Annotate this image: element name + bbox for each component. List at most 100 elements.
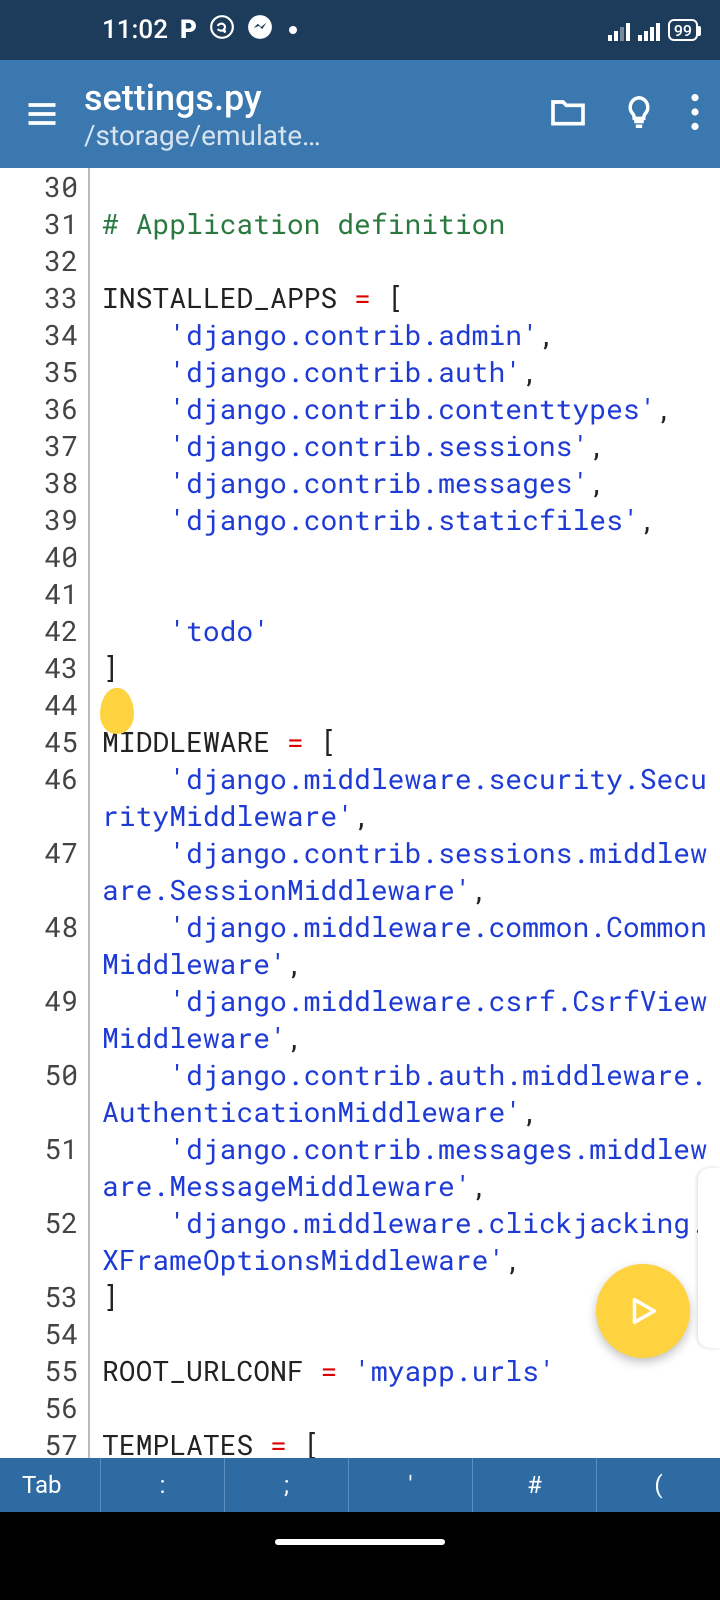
line-number: 41 bbox=[0, 575, 90, 612]
code-line[interactable]: 39 'django.contrib.staticfiles', bbox=[0, 501, 720, 538]
line-number: 56 bbox=[0, 1389, 90, 1426]
code-line[interactable]: 38 'django.contrib.messages', bbox=[0, 464, 720, 501]
code-line[interactable]: 33INSTALLED_APPS = [ bbox=[0, 279, 720, 316]
line-number: 47 bbox=[0, 834, 90, 908]
code-line[interactable]: 30 bbox=[0, 168, 720, 205]
whatsapp-icon bbox=[209, 14, 235, 47]
messenger-icon bbox=[247, 14, 273, 47]
symbol-key-row: Tab : ; ' # ( bbox=[0, 1458, 720, 1512]
app-bar: settings.py /storage/emulate… bbox=[0, 60, 720, 168]
code-content[interactable]: 'django.contrib.auth', bbox=[90, 353, 720, 390]
code-content[interactable] bbox=[90, 686, 720, 723]
line-number: 55 bbox=[0, 1352, 90, 1389]
line-number: 40 bbox=[0, 538, 90, 575]
code-line[interactable]: 56 bbox=[0, 1389, 720, 1426]
pandora-icon: P bbox=[180, 15, 197, 45]
code-line[interactable]: 55ROOT_URLCONF = 'myapp.urls' bbox=[0, 1352, 720, 1389]
code-content[interactable] bbox=[90, 1389, 720, 1426]
run-button[interactable] bbox=[596, 1264, 690, 1358]
home-pill-icon[interactable] bbox=[275, 1539, 445, 1545]
code-content[interactable]: 'django.contrib.auth.middleware.Authenti… bbox=[90, 1056, 720, 1130]
code-line[interactable]: 31# Application definition bbox=[0, 205, 720, 242]
line-number: 45 bbox=[0, 723, 90, 760]
code-line[interactable]: 48 'django.middleware.common.CommonMiddl… bbox=[0, 908, 720, 982]
code-content[interactable] bbox=[90, 538, 720, 575]
line-number: 37 bbox=[0, 427, 90, 464]
line-number: 57 bbox=[0, 1426, 90, 1458]
code-content[interactable]: INSTALLED_APPS = [ bbox=[90, 279, 720, 316]
line-number: 33 bbox=[0, 279, 90, 316]
code-line[interactable]: 46 'django.middleware.security.SecurityM… bbox=[0, 760, 720, 834]
code-content[interactable]: # Application definition bbox=[90, 205, 720, 242]
quote-key[interactable]: ' bbox=[348, 1458, 472, 1512]
status-bar: 11:02 P 99 bbox=[0, 0, 720, 60]
menu-button[interactable] bbox=[10, 96, 74, 132]
code-line[interactable]: 49 'django.middleware.csrf.CsrfViewMiddl… bbox=[0, 982, 720, 1056]
battery-icon: 99 bbox=[668, 19, 698, 41]
line-number: 48 bbox=[0, 908, 90, 982]
code-line[interactable]: 57TEMPLATES = [ bbox=[0, 1426, 720, 1458]
code-content[interactable]: TEMPLATES = [ bbox=[90, 1426, 720, 1458]
code-content[interactable]: 'django.middleware.security.SecurityMidd… bbox=[90, 760, 720, 834]
code-content[interactable] bbox=[90, 242, 720, 279]
code-line[interactable]: 50 'django.contrib.auth.middleware.Authe… bbox=[0, 1056, 720, 1130]
code-content[interactable]: 'django.middleware.common.CommonMiddlewa… bbox=[90, 908, 720, 982]
line-number: 42 bbox=[0, 612, 90, 649]
paren-key[interactable]: ( bbox=[596, 1458, 720, 1512]
code-line[interactable]: 51 'django.contrib.messages.middleware.M… bbox=[0, 1130, 720, 1204]
line-number: 35 bbox=[0, 353, 90, 390]
code-content[interactable]: 'django.contrib.sessions', bbox=[90, 427, 720, 464]
code-line[interactable]: 41 bbox=[0, 575, 720, 612]
code-content[interactable]: 'django.contrib.staticfiles', bbox=[90, 501, 720, 538]
folder-button[interactable] bbox=[548, 92, 588, 136]
line-number: 38 bbox=[0, 464, 90, 501]
line-number: 31 bbox=[0, 205, 90, 242]
code-line[interactable]: 47 'django.contrib.sessions.middleware.S… bbox=[0, 834, 720, 908]
code-line[interactable]: 32 bbox=[0, 242, 720, 279]
line-number: 43 bbox=[0, 649, 90, 686]
line-number: 50 bbox=[0, 1056, 90, 1130]
android-nav-bar[interactable] bbox=[0, 1512, 720, 1572]
code-content[interactable]: 'django.middleware.csrf.CsrfViewMiddlewa… bbox=[90, 982, 720, 1056]
code-content[interactable]: ROOT_URLCONF = 'myapp.urls' bbox=[90, 1352, 720, 1389]
line-number: 51 bbox=[0, 1130, 90, 1204]
line-number: 30 bbox=[0, 168, 90, 205]
line-number: 34 bbox=[0, 316, 90, 353]
line-number: 46 bbox=[0, 760, 90, 834]
code-line[interactable]: 40 bbox=[0, 538, 720, 575]
code-content[interactable]: 'django.contrib.messages.middleware.Mess… bbox=[90, 1130, 720, 1204]
lightbulb-button[interactable] bbox=[620, 93, 658, 135]
code-line[interactable]: 35 'django.contrib.auth', bbox=[0, 353, 720, 390]
line-number: 49 bbox=[0, 982, 90, 1056]
line-number: 54 bbox=[0, 1315, 90, 1352]
code-content[interactable]: 'django.contrib.contenttypes', bbox=[90, 390, 720, 427]
code-editor[interactable]: 3031# Application definition3233INSTALLE… bbox=[0, 168, 720, 1458]
code-line[interactable]: 34 'django.contrib.admin', bbox=[0, 316, 720, 353]
colon-key[interactable]: : bbox=[100, 1458, 224, 1512]
code-line[interactable]: 43] bbox=[0, 649, 720, 686]
signal-1-icon bbox=[608, 19, 630, 41]
more-button[interactable] bbox=[690, 94, 700, 134]
battery-level: 99 bbox=[674, 21, 692, 40]
code-content[interactable]: 'django.contrib.messages', bbox=[90, 464, 720, 501]
code-content[interactable]: 'todo' bbox=[90, 612, 720, 649]
code-line[interactable]: 37 'django.contrib.sessions', bbox=[0, 427, 720, 464]
code-content[interactable] bbox=[90, 575, 720, 612]
code-line[interactable]: 42 'todo' bbox=[0, 612, 720, 649]
line-number: 32 bbox=[0, 242, 90, 279]
code-line[interactable]: 36 'django.contrib.contenttypes', bbox=[0, 390, 720, 427]
line-number: 44 bbox=[0, 686, 90, 723]
semicolon-key[interactable]: ; bbox=[224, 1458, 348, 1512]
scroll-handle[interactable] bbox=[698, 1168, 720, 1348]
code-content[interactable]: 'django.contrib.sessions.middleware.Sess… bbox=[90, 834, 720, 908]
code-content[interactable] bbox=[90, 168, 720, 205]
code-line[interactable]: 52 'django.middleware.clickjacking.XFram… bbox=[0, 1204, 720, 1278]
tab-key[interactable]: Tab bbox=[0, 1458, 100, 1512]
code-content[interactable]: 'django.contrib.admin', bbox=[90, 316, 720, 353]
hash-key[interactable]: # bbox=[472, 1458, 596, 1512]
line-number: 39 bbox=[0, 501, 90, 538]
code-content[interactable]: MIDDLEWARE = [ bbox=[90, 723, 720, 760]
code-content[interactable]: ] bbox=[90, 649, 720, 686]
line-number: 36 bbox=[0, 390, 90, 427]
cursor-handle-icon[interactable] bbox=[100, 688, 134, 734]
